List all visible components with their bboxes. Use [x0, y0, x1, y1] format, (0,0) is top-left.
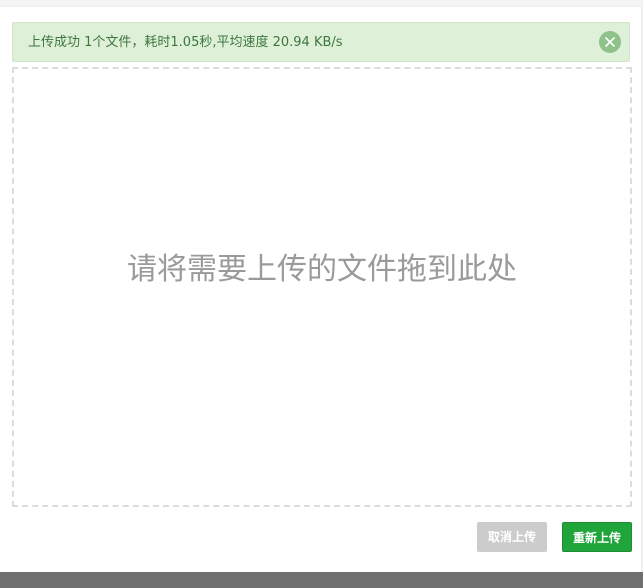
window-top-strip [0, 0, 643, 7]
reupload-button[interactable]: 重新上传 [562, 522, 632, 552]
success-alert: 上传成功 1个文件，耗时1.05秒,平均速度 20.94 KB/s [12, 22, 630, 62]
background-overlay [0, 572, 643, 588]
file-drop-zone[interactable]: 请将需要上传的文件拖到此处 [12, 67, 632, 507]
drop-zone-prompt: 请将需要上传的文件拖到此处 [127, 252, 517, 287]
close-x-glyph [605, 37, 615, 47]
alert-message: 上传成功 1个文件，耗时1.05秒,平均速度 20.94 KB/s [28, 35, 343, 50]
cancel-upload-button[interactable]: 取消上传 [477, 522, 547, 552]
close-icon[interactable] [599, 31, 621, 53]
